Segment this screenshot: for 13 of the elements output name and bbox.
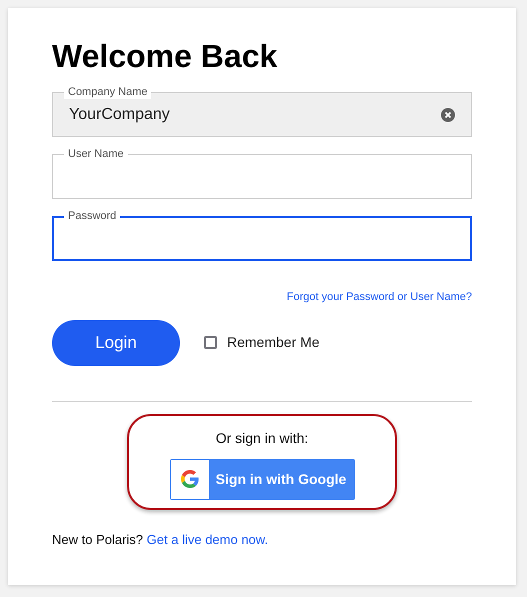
field-value: YourCompany [69,104,170,124]
signup-prompt: New to Polaris? Get a live demo now. [52,530,270,548]
page-title: Welcome Back [52,37,278,76]
clear-icon[interactable] [441,108,455,122]
checkbox[interactable] [204,336,217,349]
social-caption: Or sign in with: [216,428,308,448]
field-label: Company Name [64,85,152,99]
demo-link[interactable]: Get a live demo now. [146,532,268,546]
google-logo-icon [180,470,198,488]
remember-label: Remember Me [227,333,320,352]
login-button[interactable]: Login [52,320,180,366]
forgot-link[interactable]: Forgot your Password or User Name? [286,289,472,306]
google-signin-button[interactable]: Sign in with Google [170,458,354,500]
